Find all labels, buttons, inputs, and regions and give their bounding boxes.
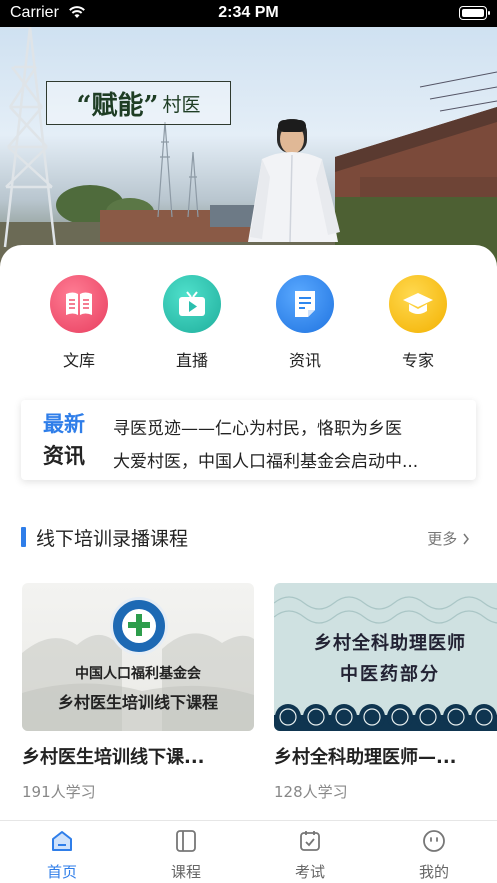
book-icon (50, 275, 108, 333)
clock: 2:34 PM (218, 4, 279, 21)
news-item[interactable]: 大爱村医，中国人口福利基金会启动中... (113, 447, 465, 472)
course-card[interactable]: 中国人口福利基金会 乡村医生培训线下课程 乡村医生培训线下课... 191人学习 (22, 583, 254, 802)
status-bar: Carrier 2:34 PM (0, 0, 497, 27)
section-title: 线下培训录播课程 (36, 528, 189, 550)
chevron-right-icon (463, 533, 469, 545)
foundation-logo (110, 597, 168, 655)
hero-banner[interactable]: “赋能” 村医 (0, 27, 497, 267)
thumb-text: 中国人口福利基金会 (75, 666, 201, 682)
home-icon (52, 831, 72, 851)
quick-nav: 文库 直播 资讯 专家 (0, 275, 497, 375)
nav-experts[interactable]: 专家 (373, 275, 463, 371)
course-title: 乡村全科助理医师—... (274, 747, 457, 768)
nav-news-label: 资讯 (288, 351, 321, 370)
thumb-text: 乡村全科助理医师 (314, 633, 466, 654)
tab-courses[interactable]: 课程 (124, 827, 248, 882)
battery-icon (459, 6, 490, 20)
nav-news[interactable]: 资讯 (260, 275, 350, 371)
latest-news-tag: 最新 资讯 (43, 408, 85, 472)
nav-experts-label: 专家 (401, 351, 434, 370)
tab-exam[interactable]: 考试 (248, 827, 372, 882)
hero-photo (0, 27, 497, 267)
course-book-icon (176, 830, 196, 852)
section-accent-bar (21, 527, 26, 547)
exam-calendar-icon (300, 831, 320, 851)
nav-live-label: 直播 (175, 351, 208, 370)
tab-profile-label: 我的 (418, 863, 449, 881)
hero-caption-sub: 村医 (162, 93, 201, 116)
nav-live[interactable]: 直播 (147, 275, 237, 371)
course-thumbnail: 乡村全科助理医师 中医药部分 (274, 583, 497, 731)
course-card[interactable]: 乡村全科助理医师 中医药部分 乡村全科助理医师—... 128人学习 (274, 583, 497, 802)
main-content: 文库 直播 资讯 专家 最新 资讯 寻医觅迹——仁心为村民，恪职为乡医 大爱村医… (0, 245, 497, 820)
tab-home[interactable]: 首页 (0, 827, 124, 882)
course-thumbnail: 中国人口福利基金会 乡村医生培训线下课程 (22, 583, 254, 731)
course-title: 乡村医生培训线下课... (22, 747, 205, 768)
thumb-text: 乡村医生培训线下课程 (57, 693, 218, 712)
tab-exam-label: 考试 (294, 863, 325, 881)
thumb-text: 中医药部分 (340, 664, 440, 685)
tab-courses-label: 课程 (170, 863, 201, 881)
more-link[interactable]: 更多 (427, 528, 470, 549)
graduation-cap-icon (389, 275, 447, 333)
section-header: 线下培训录播课程 更多 (21, 523, 476, 551)
news-item[interactable]: 寻医觅迹——仁心为村民，恪职为乡医 (113, 414, 465, 439)
more-link-label: 更多 (427, 530, 458, 548)
news-tag-line1: 最新 (43, 412, 85, 436)
news-tag-line2: 资讯 (43, 444, 85, 468)
bottom-tab-bar: 首页 课程 考试 我的 (0, 820, 497, 883)
course-learners: 191人学习 (22, 783, 96, 801)
profile-face-icon (423, 830, 445, 852)
live-tv-icon (163, 275, 221, 333)
tab-profile[interactable]: 我的 (372, 827, 496, 882)
nav-library[interactable]: 文库 (34, 275, 124, 371)
hero-caption: “赋能” 村医 (46, 81, 231, 125)
latest-news-panel: 最新 资讯 寻医觅迹——仁心为村民，恪职为乡医 大爱村医，中国人口福利基金会启动… (21, 400, 476, 480)
nav-library-label: 文库 (62, 351, 95, 370)
document-icon (276, 275, 334, 333)
wave-pattern (274, 596, 497, 731)
tab-home-label: 首页 (46, 863, 77, 881)
course-learners: 128人学习 (274, 783, 348, 801)
hero-caption-main: “赋能” (76, 90, 159, 121)
